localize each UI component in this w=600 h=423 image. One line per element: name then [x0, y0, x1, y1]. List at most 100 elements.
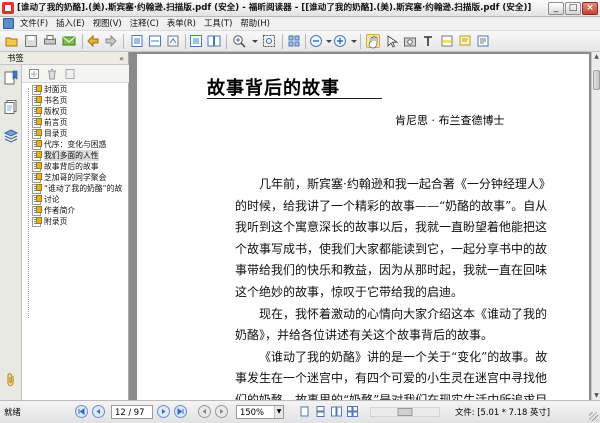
attachments-tab-icon[interactable]: [3, 372, 19, 388]
bookmark-item[interactable]: 代序：变化与困惑: [32, 139, 129, 150]
email-icon[interactable]: [62, 34, 76, 48]
scrollbar-thumb[interactable]: [593, 70, 600, 90]
continuous-facing-view-icon[interactable]: [347, 406, 358, 417]
rotate-icon[interactable]: [166, 34, 180, 48]
menu-insert[interactable]: 插入(E): [52, 17, 89, 30]
bookmark-page-icon: [32, 128, 42, 139]
pdf-page[interactable]: 故事背后的故事 肯尼思 · 布兰查德博士 几年前，斯宾塞·约翰逊和我一起合著《一…: [137, 54, 589, 400]
fit-width-icon[interactable]: [148, 34, 162, 48]
menu-form[interactable]: 表单(R): [163, 17, 200, 30]
page-number-field[interactable]: 12 / 97: [111, 405, 153, 419]
fit-visible-icon[interactable]: [189, 34, 203, 48]
bookmark-page-icon: [32, 106, 42, 117]
bookmark-item-selected[interactable]: 我们多面的人性: [32, 150, 129, 161]
minimize-button[interactable]: _: [548, 2, 564, 15]
horizontal-scrollbar[interactable]: [369, 406, 441, 418]
bookmark-page-icon: [32, 216, 42, 227]
body-paragraph: 现在，我怀着激动的心情向大家介绍这本《谁动了我的奶酪》，并给各位讲述有关这个故事…: [235, 306, 548, 343]
continuous-view-icon[interactable]: [315, 406, 326, 417]
zoom-out-dropdown-icon[interactable]: [322, 34, 332, 48]
note-icon[interactable]: [458, 34, 472, 48]
layers-tab-icon[interactable]: [3, 128, 19, 144]
bookmark-label: 前言页: [44, 118, 68, 127]
first-page-icon[interactable]: [75, 405, 88, 418]
zoom-in-icon[interactable]: [232, 34, 246, 48]
snapshot-icon[interactable]: [403, 34, 417, 48]
scroll-up-icon[interactable]: ▲: [592, 52, 600, 61]
last-page-icon[interactable]: [174, 405, 187, 418]
bookmark-page-icon: [32, 95, 42, 106]
maximize-button[interactable]: □: [565, 2, 581, 15]
bookmark-page-icon: [32, 172, 42, 183]
menu-file[interactable]: 文件(F): [16, 17, 52, 30]
resize-grip-icon[interactable]: [589, 412, 598, 421]
new-bookmark-icon[interactable]: [64, 68, 76, 80]
vertical-scrollbar[interactable]: ▲ ▼: [591, 52, 600, 400]
pages-tab-icon[interactable]: [3, 99, 19, 115]
zoom-out-icon[interactable]: [309, 34, 323, 48]
previous-page-icon[interactable]: [92, 405, 105, 418]
bookmark-label: 故事背后的故事: [44, 162, 99, 171]
bookmark-label: 封面页: [44, 85, 68, 94]
title-bar: [谁动了我的奶酪].(美).斯宾塞·约翰逊.扫描版.pdf (安全) - 福昕阅…: [0, 0, 600, 17]
bookmarks-panel-title: 书签: [7, 53, 24, 63]
back-icon[interactable]: [86, 34, 100, 48]
zoom-dropdown-icon[interactable]: ▼: [274, 406, 283, 418]
close-button[interactable]: ×: [582, 2, 598, 15]
bookmark-label: 代序：变化与困惑: [44, 140, 107, 149]
zoom-level-field[interactable]: 150% ▼: [236, 405, 284, 419]
grid-view-icon[interactable]: [287, 34, 301, 48]
open-file-icon[interactable]: [5, 34, 19, 48]
forward-icon[interactable]: [104, 34, 118, 48]
next-page-icon[interactable]: [157, 405, 170, 418]
expand-bookmark-icon[interactable]: [28, 68, 40, 80]
print-icon[interactable]: [43, 34, 57, 48]
menu-help[interactable]: 帮助(H): [236, 17, 274, 30]
chapter-body: 几年前，斯宾塞·约翰逊和我一起合著《一分钟经理人》的时候，给我讲了一个精彩的故事…: [235, 174, 553, 400]
bookmark-label: 附录页: [44, 217, 68, 226]
marquee-zoom-icon[interactable]: [262, 34, 276, 48]
facing-view-icon[interactable]: [331, 406, 342, 417]
menu-view[interactable]: 视图(V): [89, 17, 126, 30]
go-back-icon[interactable]: [198, 405, 211, 418]
navigation-side-tabs: [0, 65, 22, 400]
zoom-in-circle-icon[interactable]: [333, 34, 347, 48]
bookmark-item[interactable]: 附录页: [32, 216, 129, 227]
bookmark-item[interactable]: 封面页: [32, 84, 129, 95]
highlight-icon[interactable]: [440, 34, 454, 48]
bookmark-item[interactable]: 作者简介: [32, 205, 129, 216]
foxit-app-icon[interactable]: [2, 2, 14, 14]
properties-icon[interactable]: [476, 34, 490, 48]
hand-tool-icon[interactable]: [366, 34, 380, 49]
bookmark-item[interactable]: “谁动了我的奶酪”的故: [32, 183, 129, 194]
zoom-in-dropdown-icon[interactable]: [347, 34, 357, 48]
menu-comment[interactable]: 注释(C): [126, 17, 163, 30]
bookmark-label: 目录页: [44, 129, 68, 138]
go-forward-icon[interactable]: [215, 405, 228, 418]
select-text-icon[interactable]: [385, 34, 399, 48]
document-menu-icon[interactable]: [3, 18, 14, 29]
bookmarks-tab-icon[interactable]: [3, 70, 19, 86]
bookmark-label: 芝加哥的同学聚会: [44, 173, 107, 182]
save-icon[interactable]: [24, 34, 38, 48]
typewriter-icon[interactable]: [421, 34, 435, 48]
bookmark-page-icon: [32, 205, 42, 216]
bookmark-item[interactable]: 故事背后的故事: [32, 161, 129, 172]
two-page-icon[interactable]: [207, 34, 221, 48]
fit-page-icon[interactable]: [130, 34, 144, 48]
bookmark-item[interactable]: 讨论: [32, 194, 129, 205]
bookmark-item[interactable]: 前言页: [32, 117, 129, 128]
bookmark-item[interactable]: 目录页: [32, 128, 129, 139]
bookmark-label: 我们多面的人性: [44, 150, 99, 161]
delete-bookmark-icon[interactable]: [46, 68, 58, 80]
zoom-dropdown-icon[interactable]: [248, 34, 258, 48]
window-controls: _ □ ×: [548, 2, 598, 15]
bookmark-item[interactable]: 芝加哥的同学聚会: [32, 172, 129, 183]
bookmark-item[interactable]: 书名页: [32, 95, 129, 106]
collapse-panel-icon[interactable]: «: [119, 53, 124, 64]
single-page-view-icon[interactable]: [299, 406, 310, 417]
document-viewport[interactable]: 故事背后的故事 肯尼思 · 布兰查德博士 几年前，斯宾塞·约翰逊和我一起合著《一…: [129, 52, 600, 400]
menu-tools[interactable]: 工具(T): [200, 17, 236, 30]
scroll-down-icon[interactable]: ▼: [592, 391, 600, 400]
bookmark-item[interactable]: 版权页: [32, 106, 129, 117]
